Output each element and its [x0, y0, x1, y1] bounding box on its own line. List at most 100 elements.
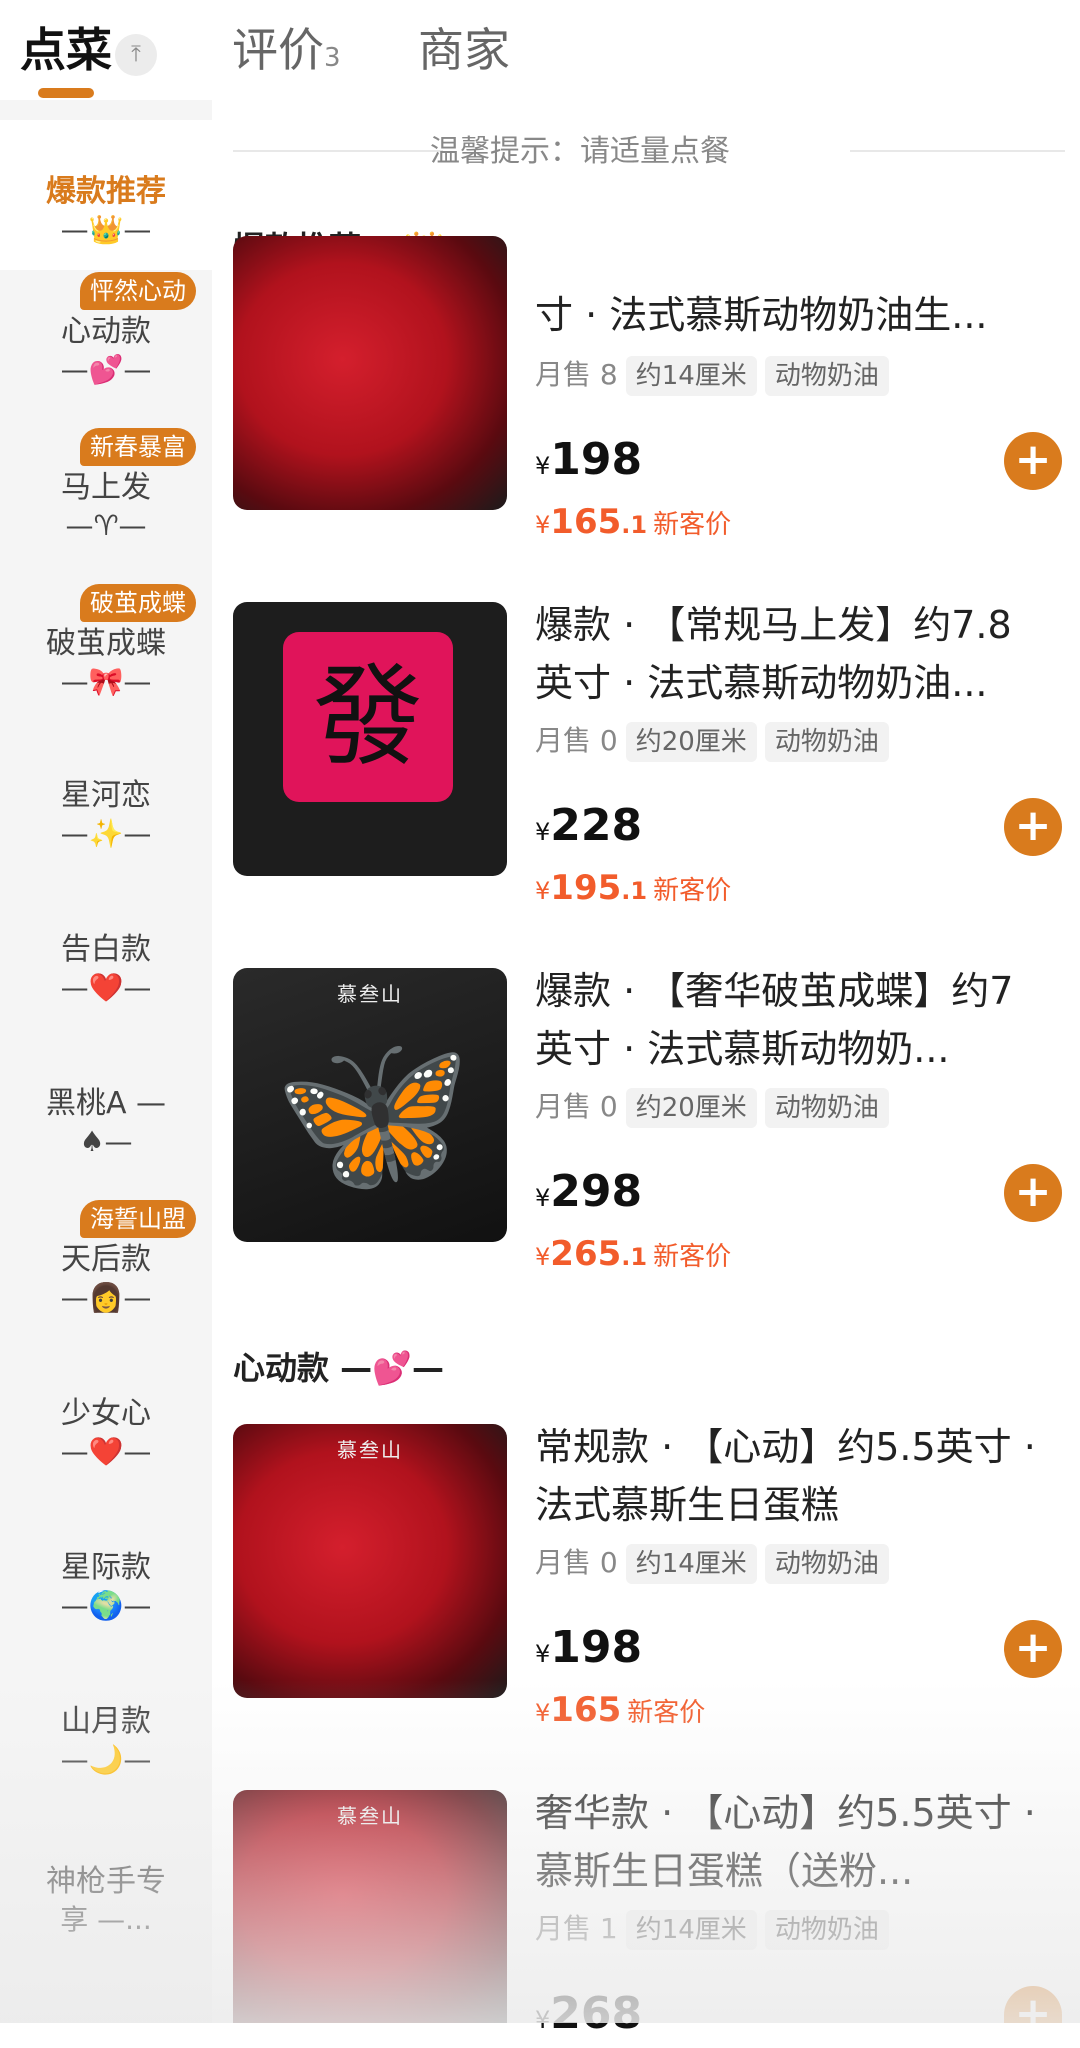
- currency-symbol: ¥: [535, 2006, 551, 2034]
- hearts-icon: —💕—: [60, 353, 152, 386]
- sidebar-item-butterfly[interactable]: 破茧成蝶 破茧成蝶 —🎀—: [0, 584, 212, 734]
- new-price-label: 新客价: [627, 1698, 706, 1728]
- sidebar-item-heartbeat[interactable]: 怦然心动 心动款 —💕—: [0, 272, 212, 422]
- new-price-int: 165: [550, 1690, 622, 1730]
- sidebar-item-mountain-moon[interactable]: 山月款 —🌙—: [0, 1702, 212, 1812]
- add-to-cart-button[interactable]: +: [1004, 432, 1062, 490]
- globe-icon: —🌍—: [60, 1589, 152, 1622]
- new-price-dec: .1: [621, 511, 648, 539]
- sidebar-item-label: 山月款: [61, 1704, 151, 1739]
- sidebar-item-label: 天后款: [61, 1242, 151, 1277]
- sidebar-item-label: 星际款: [61, 1550, 151, 1585]
- sidebar-item-hot[interactable]: 爆款推荐 —👑—: [0, 120, 212, 270]
- size-tag: 约14厘米: [625, 356, 757, 396]
- currency-symbol: ¥: [535, 1640, 551, 1668]
- tab-shop[interactable]: 商家: [418, 20, 510, 80]
- tab-reviews-count: 3: [324, 43, 341, 73]
- sales-count: 月售 0: [535, 724, 618, 757]
- size-tag: 约20厘米: [625, 1088, 757, 1128]
- currency-symbol: ¥: [535, 818, 551, 846]
- top-tabs: 点菜 ⤒ 评价3 商家: [0, 0, 1080, 100]
- price: ¥298: [535, 1164, 642, 1226]
- sales-count: 月售 0: [535, 1090, 618, 1123]
- product-image[interactable]: [233, 236, 507, 510]
- add-to-cart-button[interactable]: +: [1004, 1620, 1062, 1678]
- product-name[interactable]: 奢华款 · 【心动】约5.5英寸 · 慕斯生日蛋糕（送粉...: [535, 1784, 1045, 1900]
- add-to-cart-button[interactable]: +: [1004, 1986, 1062, 2039]
- sidebar-item-confession[interactable]: 告白款 —❤️—: [0, 930, 212, 1040]
- price-value: 298: [550, 1166, 643, 1217]
- product-name[interactable]: 爆款 · 【常规马上发】约7.8英寸 · 法式慕斯动物奶油...: [535, 596, 1045, 712]
- product-meta: 月售 8 约14厘米 动物奶油: [535, 354, 889, 396]
- size-tag: 约20厘米: [625, 722, 757, 762]
- product-image[interactable]: 慕叁山: [233, 1424, 507, 1698]
- product-meta: 月售 0 约20厘米 动物奶油: [535, 720, 889, 762]
- new-customer-price: ¥165.1 新客价: [535, 500, 731, 547]
- new-price-dec: .1: [621, 877, 648, 905]
- new-price-int: 265: [550, 1234, 622, 1274]
- sidebar-item-galaxy[interactable]: 星河恋 —✨—: [0, 776, 212, 886]
- woman-icon: —👩—: [60, 1281, 152, 1314]
- cream-tag: 动物奶油: [764, 356, 889, 396]
- sidebar-badge: 怦然心动: [80, 272, 196, 310]
- currency-symbol: ¥: [535, 1184, 551, 1212]
- scroll-to-top-icon[interactable]: ⤒: [115, 34, 157, 76]
- sidebar-item-label: 马上发: [61, 470, 151, 505]
- sparkles-icon: —✨—: [60, 817, 152, 850]
- heart-icon: —❤️—: [60, 1435, 152, 1468]
- spade-icon: ♠—: [79, 1125, 133, 1158]
- sidebar-item-fortune[interactable]: 新春暴富 马上发 —♈—: [0, 428, 212, 578]
- sidebar-item-sharpshooter[interactable]: 神枪手专 享 —...: [0, 1862, 212, 1972]
- mahjong-tile-decoration: 發: [283, 632, 453, 802]
- price-value: 268: [550, 1988, 643, 2039]
- brand-logo: 慕叁山: [337, 982, 403, 1006]
- product-image[interactable]: 慕叁山: [233, 1790, 507, 2023]
- product-meta: 月售 1 约14厘米 动物奶油: [535, 1908, 889, 1950]
- tab-order[interactable]: 点菜: [20, 20, 112, 80]
- cream-tag: 动物奶油: [764, 1544, 889, 1584]
- new-customer-price: ¥195.1 新客价: [535, 866, 731, 913]
- size-tag: 约14厘米: [625, 1910, 757, 1950]
- product-image[interactable]: 發: [233, 602, 507, 876]
- crown-icon: —👑—: [60, 213, 152, 246]
- sidebar-item-label: 心动款: [61, 314, 151, 349]
- add-to-cart-button[interactable]: +: [1004, 798, 1062, 856]
- sidebar-item-interstellar[interactable]: 星际款 —🌍—: [0, 1548, 212, 1658]
- notice-divider-right: [850, 150, 1065, 152]
- brand-logo: 慕叁山: [337, 1804, 403, 1828]
- sidebar-item-label: 破茧成蝶: [46, 626, 166, 661]
- section-title: 心动款 —💕—: [233, 1349, 444, 1387]
- sidebar-item-queen[interactable]: 海誓山盟 天后款 —👩—: [0, 1200, 212, 1350]
- cream-tag: 动物奶油: [764, 722, 889, 762]
- brand-logo: 慕叁山: [337, 1438, 403, 1462]
- tab-reviews[interactable]: 评价3: [232, 20, 341, 88]
- sidebar-item-label-continued: 享 —...: [60, 1903, 152, 1936]
- product-name[interactable]: 常规款 · 【心动】约5.5英寸 · 法式慕斯生日蛋糕: [535, 1418, 1045, 1534]
- product-name[interactable]: 寸 · 法式慕斯动物奶油生...: [535, 286, 1045, 344]
- currency-symbol: ¥: [535, 877, 551, 905]
- product-name[interactable]: 爆款 · 【奢华破茧成蝶】约7英寸 · 法式慕斯动物奶...: [535, 962, 1045, 1078]
- product-meta: 月售 0 约14厘米 动物奶油: [535, 1542, 889, 1584]
- sidebar-item-label: 神枪手专: [46, 1864, 166, 1899]
- price: ¥198: [535, 1620, 642, 1682]
- size-tag: 约14厘米: [625, 1544, 757, 1584]
- ribbon-icon: —🎀—: [60, 665, 152, 698]
- tab-reviews-label: 评价: [232, 23, 324, 77]
- sidebar-item-label: 爆款推荐: [46, 174, 166, 209]
- new-customer-price: ¥165 新客价: [535, 1688, 705, 1735]
- currency-symbol: ¥: [535, 1243, 551, 1271]
- add-to-cart-button[interactable]: +: [1004, 1164, 1062, 1222]
- sidebar-badge: 破茧成蝶: [80, 584, 196, 622]
- price-value: 228: [550, 800, 643, 851]
- notice-divider-left: [233, 150, 443, 152]
- sidebar-item-girl-heart[interactable]: 少女心 —❤️—: [0, 1394, 212, 1504]
- price: ¥228: [535, 798, 642, 860]
- new-price-label: 新客价: [653, 876, 732, 906]
- currency-symbol: ¥: [535, 511, 551, 539]
- active-tab-indicator: [38, 88, 94, 98]
- sidebar-item-ace-of-spades[interactable]: 黑桃A — ♠—: [0, 1084, 212, 1194]
- sidebar-item-label: 黑桃A —: [45, 1086, 167, 1121]
- cream-tag: 动物奶油: [764, 1910, 889, 1950]
- new-price-int: 165: [550, 502, 622, 542]
- product-image[interactable]: 慕叁山 🦋: [233, 968, 507, 1242]
